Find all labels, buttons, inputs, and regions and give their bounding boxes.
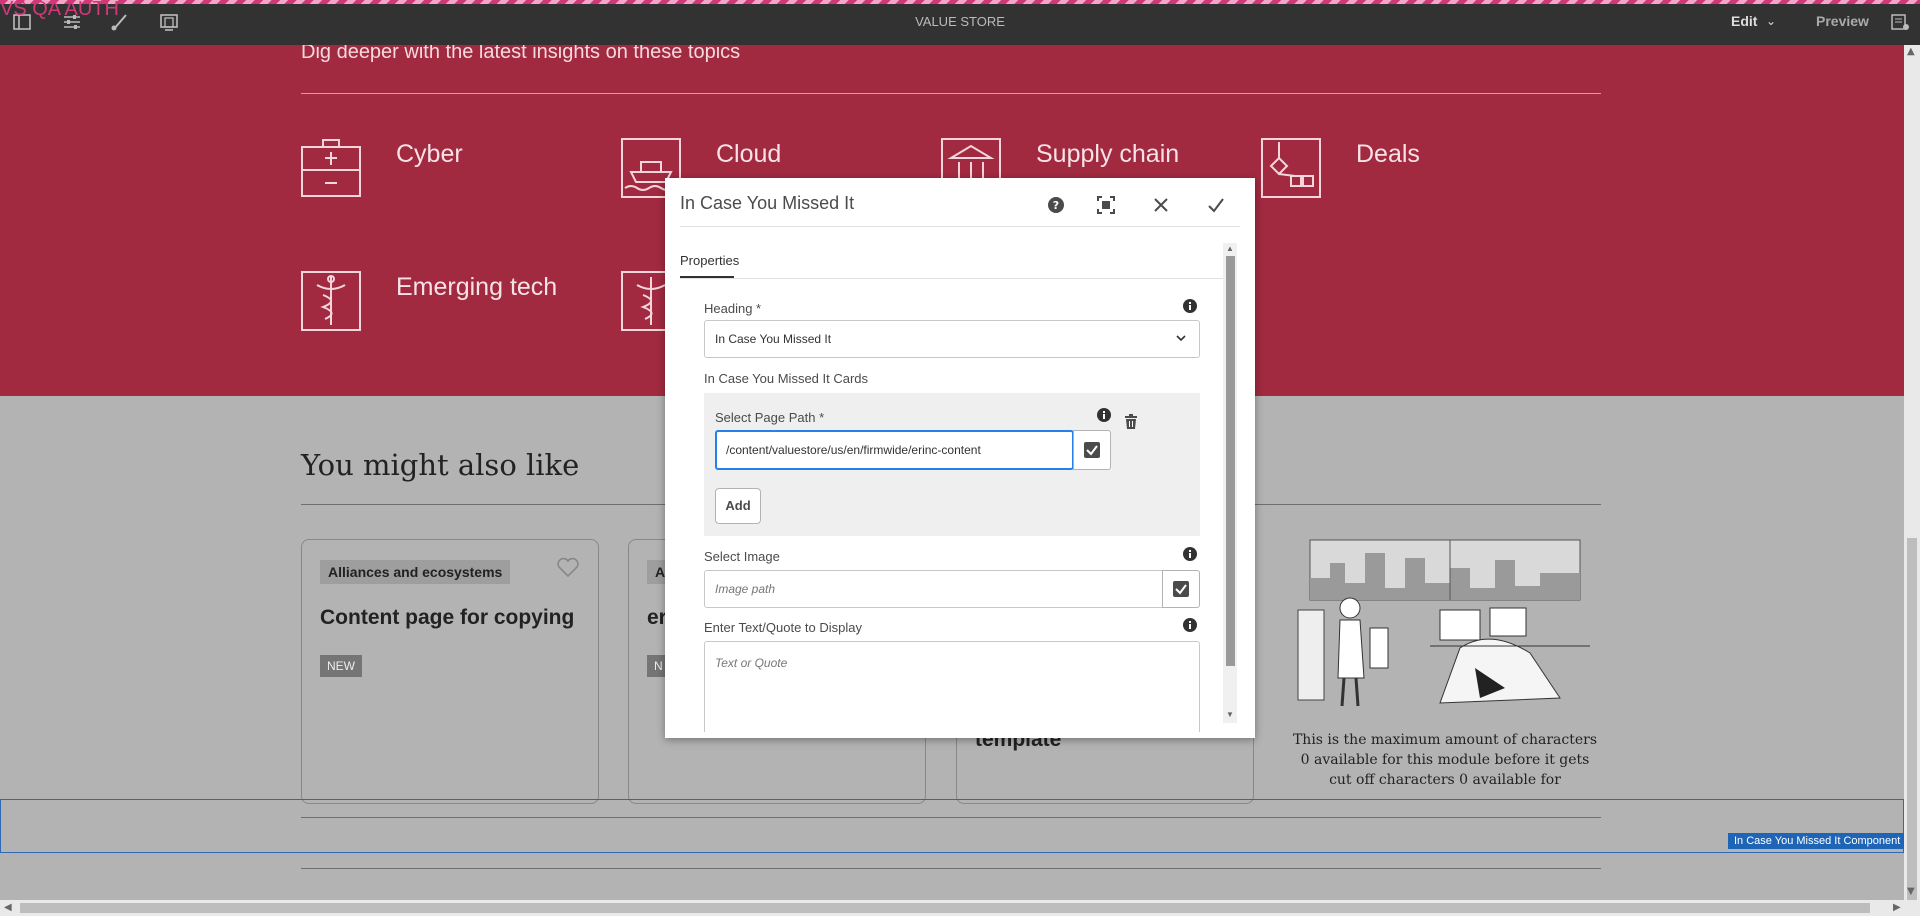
page-path-label: Select Page Path * <box>715 410 825 425</box>
scroll-up-icon[interactable]: ▲ <box>1226 244 1234 253</box>
topic-label: Cyber <box>396 140 463 168</box>
text-quote-placeholder: Text or Quote <box>715 656 788 670</box>
scroll-up-icon[interactable]: ▲ <box>1907 46 1915 57</box>
divider <box>680 278 1235 279</box>
fullscreen-icon[interactable] <box>1095 194 1117 216</box>
chevron-down-icon[interactable]: ⌄ <box>1766 14 1776 28</box>
dialog-title: In Case You Missed It <box>680 193 855 213</box>
toolbar-title: VALUE STORE <box>915 14 1005 29</box>
scroll-left-icon[interactable]: ◀ <box>4 902 12 913</box>
scroll-down-icon[interactable]: ▼ <box>1226 710 1234 719</box>
topic-label: Deals <box>1356 140 1420 168</box>
heading-select[interactable]: In Case You Missed It <box>704 320 1200 358</box>
component-dialog: In Case You Missed It ? Properties ▲ ▼ H… <box>665 178 1255 738</box>
cartoon-caption: This is the maximum amount of characters… <box>1292 732 1598 788</box>
scroll-right-icon[interactable]: ▶ <box>1893 902 1901 913</box>
close-icon[interactable] <box>1150 194 1172 216</box>
card-title: er <box>647 606 667 629</box>
card-title: Content page for copying <box>320 606 575 629</box>
horizontal-scroll-thumb[interactable] <box>20 903 1870 913</box>
cards-label: In Case You Missed It Cards <box>704 371 869 386</box>
first-aid-kit-icon <box>301 139 361 197</box>
checkmark-done-icon[interactable] <box>1205 194 1227 216</box>
divider <box>301 93 1601 94</box>
topic-emerging-tech[interactable]: Emerging tech <box>301 271 621 331</box>
edit-mode-button[interactable]: Edit <box>1731 13 1757 29</box>
help-icon[interactable]: ? <box>1045 194 1067 216</box>
preview-button[interactable]: Preview <box>1816 13 1869 29</box>
checkbox-icon <box>1173 581 1189 597</box>
checkbox-icon <box>1084 442 1100 458</box>
dialog-scroll-thumb[interactable] <box>1226 256 1235 666</box>
page-path-value: /content/valuestore/us/en/firmwide/erinc… <box>726 443 981 457</box>
add-card-button[interactable]: Add <box>715 488 761 524</box>
component-outline[interactable] <box>0 799 1904 853</box>
topic-label: Supply chain <box>1036 140 1180 168</box>
svg-text:?: ? <box>1053 199 1059 212</box>
card-tag: Alliances and ecosystems <box>320 560 511 584</box>
divider <box>301 868 1601 869</box>
chevron-down-icon <box>1176 335 1186 342</box>
editor-toolbar: VALUE STORE Edit ⌄ Preview <box>0 0 1920 45</box>
info-icon[interactable] <box>1182 298 1198 314</box>
network-icon <box>1261 138 1321 198</box>
annotations-icon[interactable] <box>1890 12 1910 32</box>
path-browse-button[interactable] <box>1073 430 1111 470</box>
info-icon[interactable] <box>1182 617 1198 633</box>
image-browse-button[interactable] <box>1162 570 1200 608</box>
image-label: Select Image <box>704 549 780 564</box>
image-path-placeholder: Image path <box>715 582 776 596</box>
info-icon[interactable] <box>1182 546 1198 562</box>
text-quote-textarea[interactable]: Text or Quote <box>704 641 1200 732</box>
cartoon-illustration <box>1297 539 1590 707</box>
text-quote-label: Enter Text/Quote to Display <box>704 620 863 635</box>
vertical-scroll-thumb[interactable] <box>1907 538 1917 900</box>
new-badge: NEW <box>320 655 362 677</box>
topic-cyber[interactable]: Cyber <box>301 138 621 198</box>
related-heading: You might also like <box>301 448 580 482</box>
heading-select-value: In Case You Missed It <box>715 332 832 346</box>
related-card[interactable]: Alliances and ecosystems Content page fo… <box>301 539 599 804</box>
environment-stripe <box>0 0 1920 4</box>
image-path-input[interactable]: Image path <box>704 570 1164 608</box>
trash-icon[interactable] <box>1123 414 1139 430</box>
caduceus-icon <box>301 271 361 331</box>
component-label[interactable]: In Case You Missed It Component <box>1728 833 1907 849</box>
heading-label: Heading * <box>704 301 762 316</box>
divider <box>680 226 1240 227</box>
heart-icon[interactable] <box>556 556 580 578</box>
topic-deals[interactable]: Deals <box>1261 138 1581 198</box>
scroll-down-icon[interactable]: ▼ <box>1907 886 1915 897</box>
tab-properties[interactable]: Properties <box>680 253 739 268</box>
topic-label: Emerging tech <box>396 273 558 301</box>
topic-label: Cloud <box>716 140 782 168</box>
environment-label: VS QA AUTH <box>0 0 119 20</box>
info-icon[interactable] <box>1096 407 1112 423</box>
page-path-input[interactable]: /content/valuestore/us/en/firmwide/erinc… <box>715 430 1074 470</box>
